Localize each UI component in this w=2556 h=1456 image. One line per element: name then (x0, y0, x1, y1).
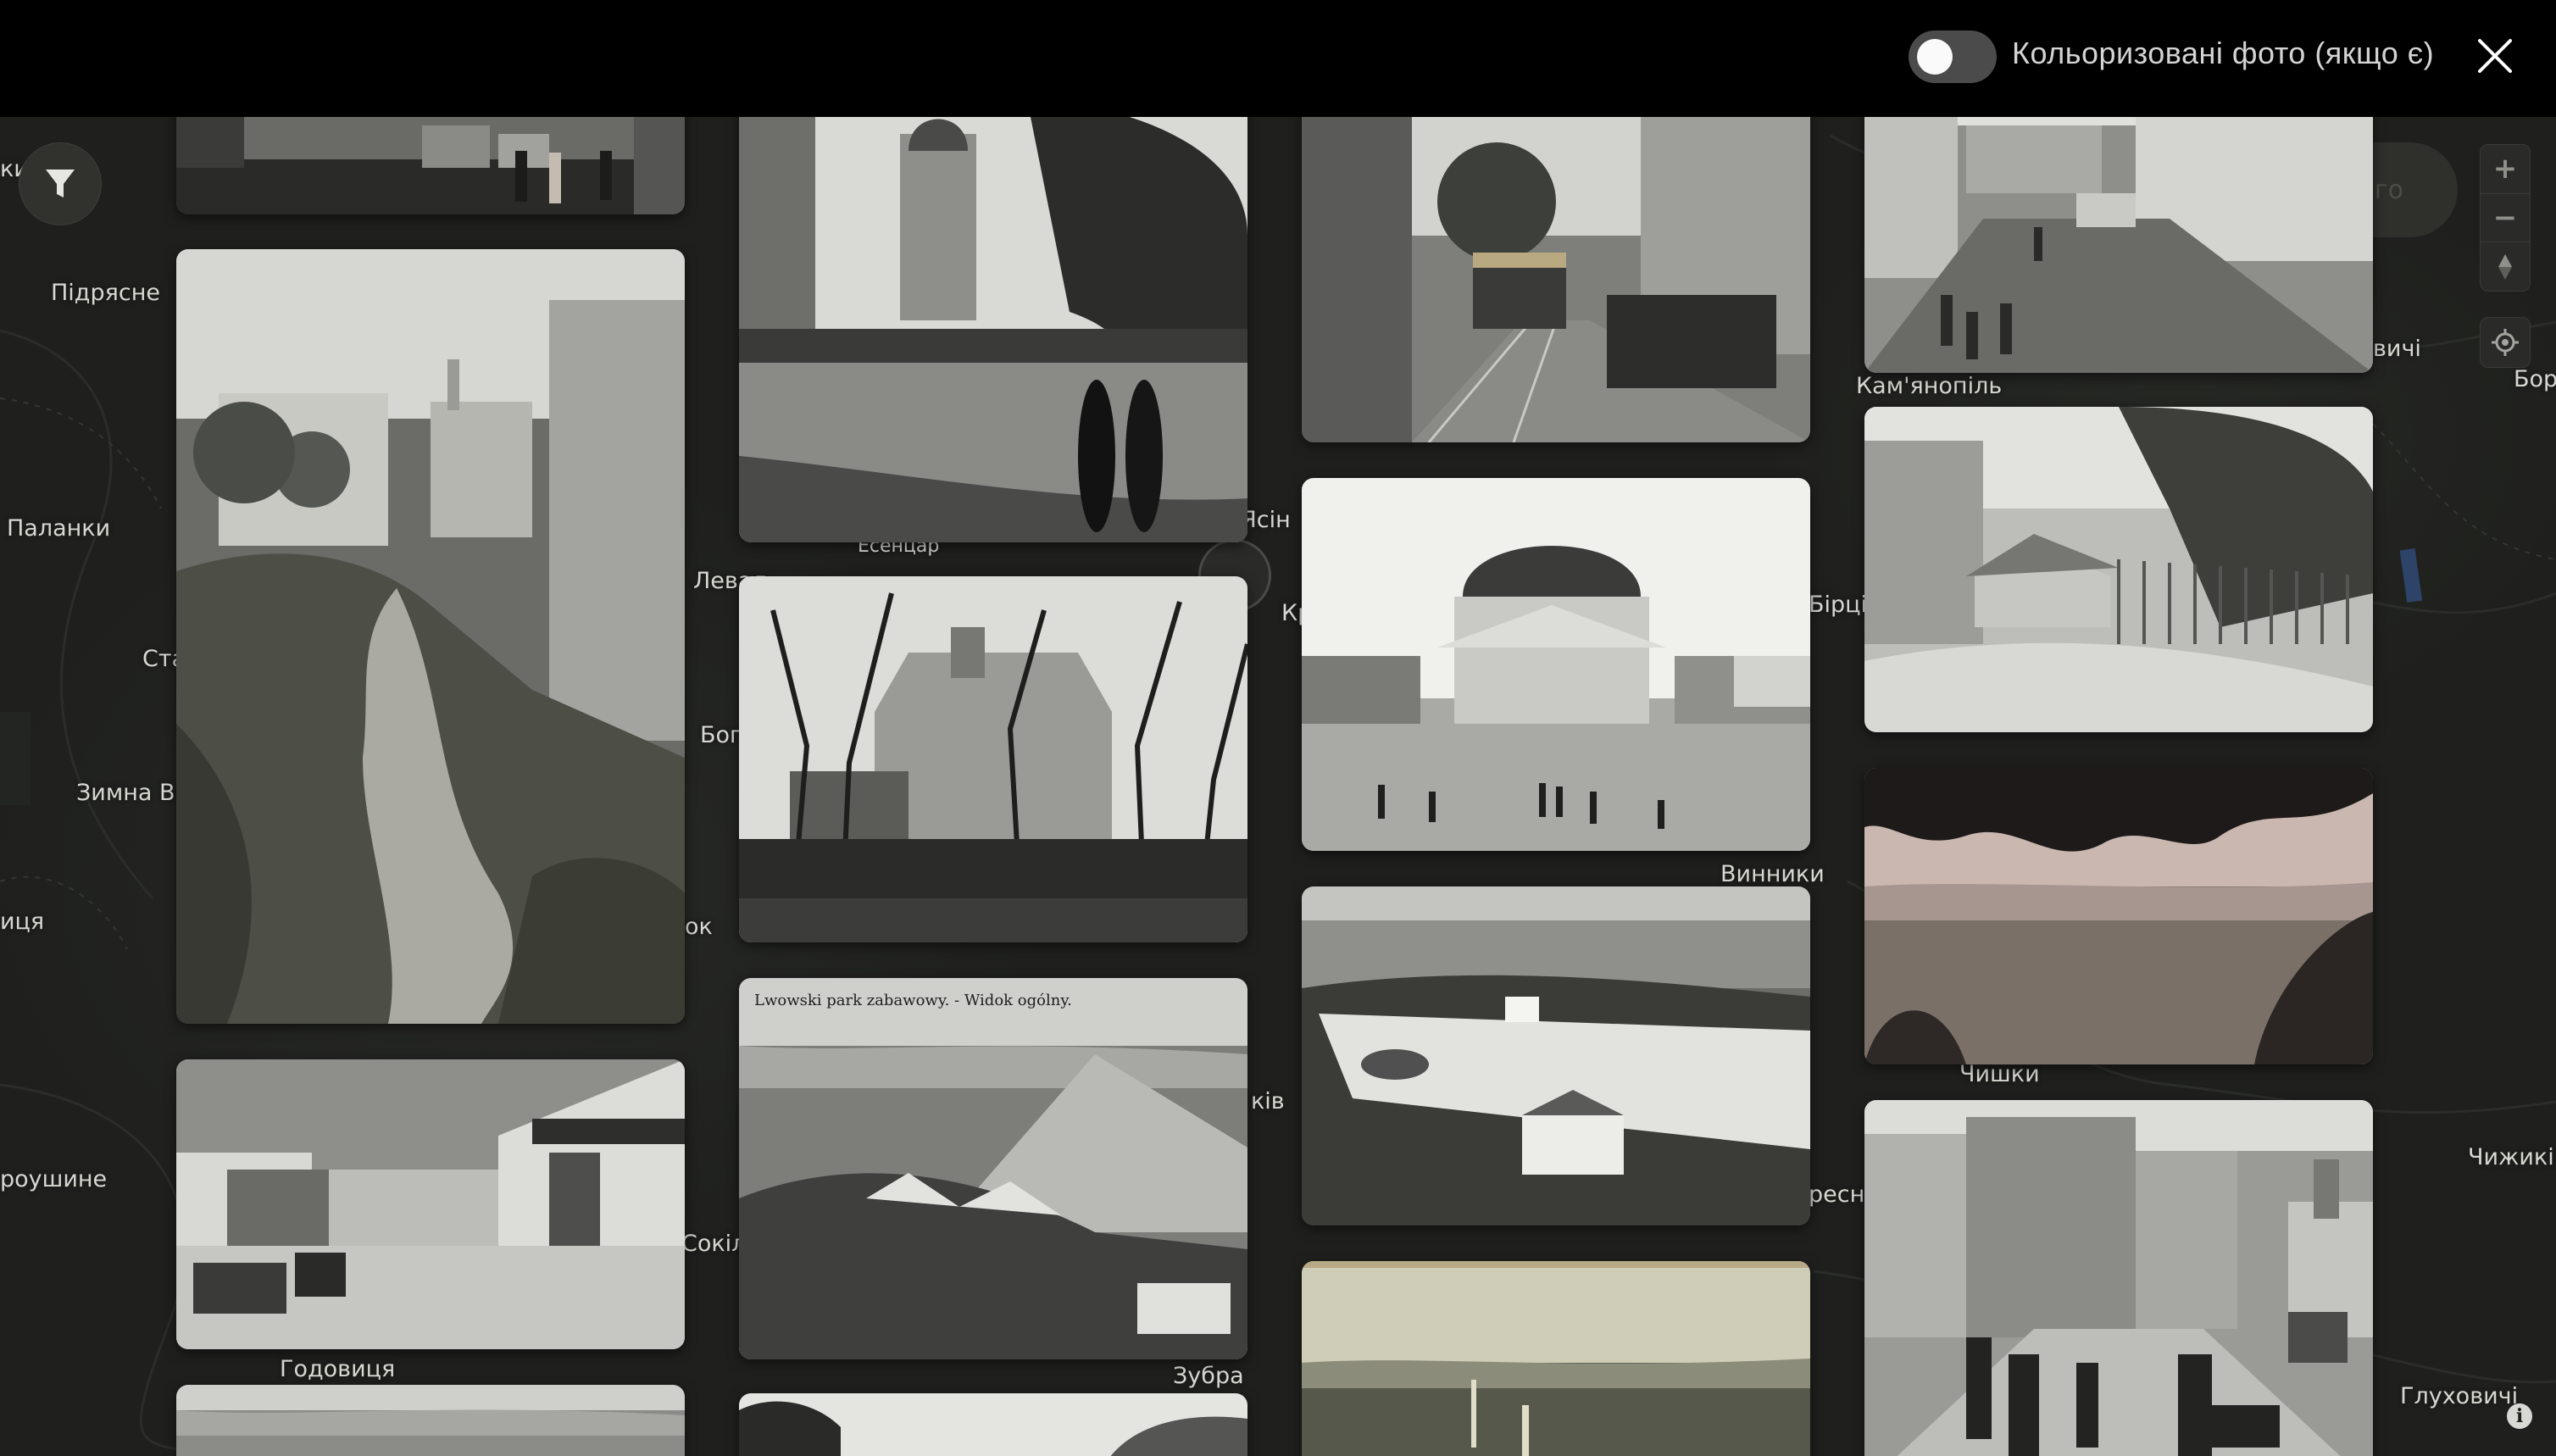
gallery-photo[interactable] (176, 249, 685, 1024)
gallery-photo[interactable]: Lwowski park zabawowy. - Widok ogólny. (739, 978, 1247, 1359)
gallery-photo[interactable] (1864, 1100, 2373, 1456)
photo-hillside-ravine-buildings (176, 249, 685, 1024)
photo-muddy-street-wooden-houses (1864, 100, 2373, 373)
close-icon (2478, 39, 2512, 73)
photo-city-panorama-sepia (1302, 1261, 1810, 1456)
photo-gallery: Lwowski park zabawowy. - Widok ogólny. (0, 0, 2556, 1456)
gallery-photo[interactable] (1302, 1261, 1810, 1456)
gallery-photo[interactable] (1302, 100, 1810, 442)
colorized-toggle[interactable] (1909, 31, 1997, 83)
gallery-photo[interactable] (739, 100, 1247, 542)
top-bar: Кольоризовані фото (якщо є) (0, 0, 2556, 117)
map-photo-viewer: Підрясне Паланки Зимна Во иця роушине Го… (0, 0, 2556, 1456)
gallery-photo[interactable] (1864, 100, 2373, 373)
photo-view-through-leaves-plain (1864, 768, 2373, 1064)
gallery-photo[interactable] (739, 1393, 1247, 1456)
photo-street-tram-cars (176, 100, 685, 214)
gallery-photo[interactable] (1864, 407, 2373, 732)
gallery-photo[interactable] (739, 576, 1247, 942)
photo-market-street-townhouses (1864, 1100, 2373, 1456)
photo-couple-walking-church-tower (739, 100, 1247, 542)
photo-tram-street-crowd (1302, 100, 1810, 442)
gallery-photo[interactable] (1864, 768, 2373, 1064)
close-button[interactable] (2473, 34, 2517, 78)
gallery-photo[interactable] (176, 100, 685, 214)
toggle-knob (1917, 39, 1953, 75)
colorized-toggle-label[interactable]: Кольоризовані фото (якщо є) (2012, 36, 2434, 71)
gallery-photo[interactable] (176, 1385, 685, 1456)
photo-street-horse-carts (176, 1059, 685, 1349)
photo-panorama-plain (176, 1385, 685, 1456)
postcard-caption: Lwowski park zabawowy. - Widok ogólny. (754, 992, 1072, 1009)
photo-park-panorama-postcard: Lwowski park zabawowy. - Widok ogólny. (739, 978, 1247, 1359)
photo-church-behind-trees-crowd (739, 576, 1247, 942)
photo-trees-top (739, 1393, 1247, 1456)
gallery-photo[interactable] (176, 1059, 685, 1349)
gallery-photo[interactable] (1302, 886, 1810, 1225)
photo-amusement-park-aerial (1302, 886, 1810, 1225)
photo-old-houses-fence-trees (1864, 407, 2373, 732)
photo-domed-synagogue-square (1302, 478, 1810, 851)
gallery-photo[interactable] (1302, 478, 1810, 851)
